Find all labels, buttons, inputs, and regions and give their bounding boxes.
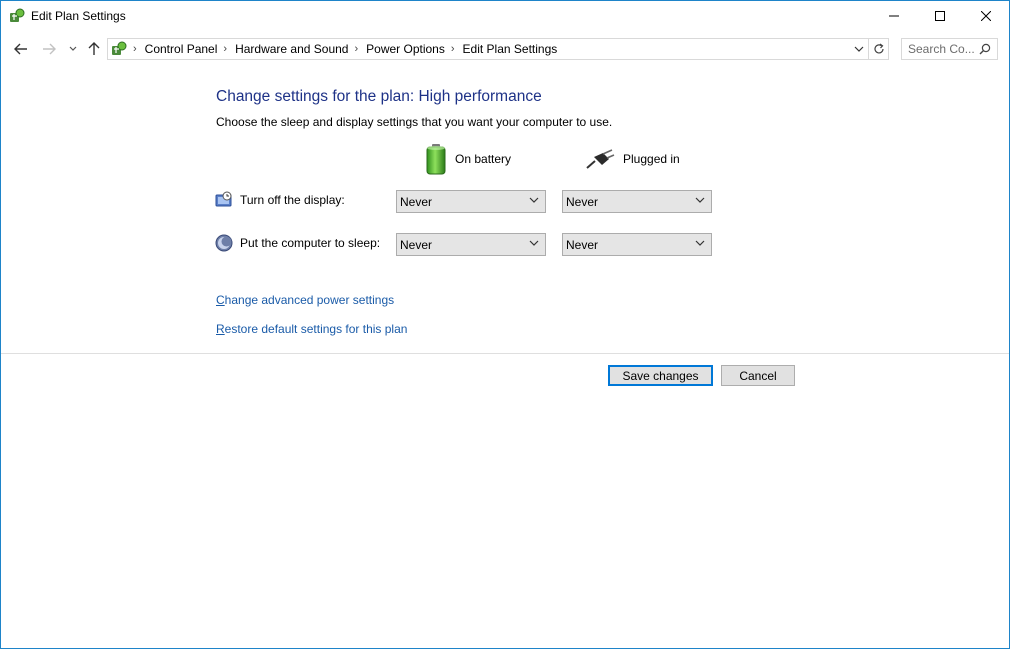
search-input[interactable] [908,42,980,56]
breadcrumb-edit-plan-settings[interactable]: Edit Plan Settings [463,42,558,56]
chevron-down-icon [529,197,539,203]
recent-locations-button[interactable] [67,38,79,60]
navigation-bar: › Control Panel › Hardware and Sound › P… [1,34,1009,64]
save-changes-button[interactable]: Save changes [608,365,713,386]
display-on-battery-select[interactable]: Never [396,190,546,213]
arrow-left-icon [14,43,27,55]
power-options-icon [112,41,127,55]
maximize-button[interactable] [917,1,963,31]
link-text: estore default settings for this plan [224,322,408,336]
power-plug-icon [586,149,615,169]
divider [1,353,1009,354]
link-accelerator: R [216,322,225,336]
page-description: Choose the sleep and display settings th… [216,115,613,129]
column-header-plugged-in: Plugged in [585,141,680,177]
power-options-icon [10,8,25,22]
column-label-plugged-in: Plugged in [623,152,680,166]
display-plugged-in-value: Never [566,194,599,209]
address-bar[interactable]: › Control Panel › Hardware and Sound › P… [107,38,869,60]
search-icon[interactable] [979,43,991,55]
column-header-on-battery: On battery [425,141,511,177]
minimize-icon [889,15,899,17]
maximize-icon [935,11,945,21]
sleep-row: Put the computer to sleep: [215,234,380,252]
sleep-moon-icon [215,234,233,252]
close-icon [981,11,991,21]
change-advanced-power-settings-link[interactable]: Change advanced power settings [216,293,394,307]
chevron-down-icon [854,46,864,52]
link-text: hange advanced power settings [224,293,395,307]
refresh-button[interactable] [869,38,889,60]
back-button[interactable] [11,38,31,60]
minimize-button[interactable] [871,1,917,31]
display-on-battery-value: Never [400,194,433,209]
column-label-on-battery: On battery [455,152,512,166]
close-button[interactable] [963,1,1009,31]
restore-default-settings-link[interactable]: Restore default settings for this plan [216,322,407,336]
chevron-down-icon [69,46,77,51]
breadcrumb-separator[interactable]: › [223,43,227,55]
sleep-label: Put the computer to sleep: [240,236,381,250]
display-timer-icon [215,191,232,207]
turn-off-display-label: Turn off the display: [240,193,345,207]
title-bar: Edit Plan Settings [1,1,1009,32]
search-box[interactable] [901,38,998,60]
window: Edit Plan Settings › Control Panel › Har… [0,0,1010,649]
turn-off-display-row: Turn off the display: [215,191,345,209]
breadcrumb-separator[interactable]: › [451,43,455,55]
page-title: Change settings for the plan: High perfo… [216,88,542,105]
up-button[interactable] [85,38,103,60]
arrow-up-icon [88,42,100,55]
sleep-plugged-in-value: Never [566,237,599,252]
display-plugged-in-select[interactable]: Never [562,190,712,213]
window-title: Edit Plan Settings [31,9,126,23]
arrow-right-icon [43,43,56,55]
cancel-button[interactable]: Cancel [721,365,795,386]
address-dropdown-button[interactable] [850,39,868,59]
sleep-plugged-in-select[interactable]: Never [562,233,712,256]
sleep-on-battery-select[interactable]: Never [396,233,546,256]
breadcrumb-hardware-and-sound[interactable]: Hardware and Sound [235,42,348,56]
breadcrumb-separator[interactable]: › [133,43,137,55]
chevron-down-icon [695,197,705,203]
chevron-down-icon [695,240,705,246]
battery-icon [426,144,446,175]
breadcrumb-power-options[interactable]: Power Options [366,42,445,56]
link-accelerator: C [216,293,225,307]
refresh-icon [873,43,884,54]
forward-button[interactable] [39,38,59,60]
breadcrumb-control-panel[interactable]: Control Panel [145,42,218,56]
chevron-down-icon [529,240,539,246]
sleep-on-battery-value: Never [400,237,433,252]
breadcrumb-separator[interactable]: › [354,43,358,55]
